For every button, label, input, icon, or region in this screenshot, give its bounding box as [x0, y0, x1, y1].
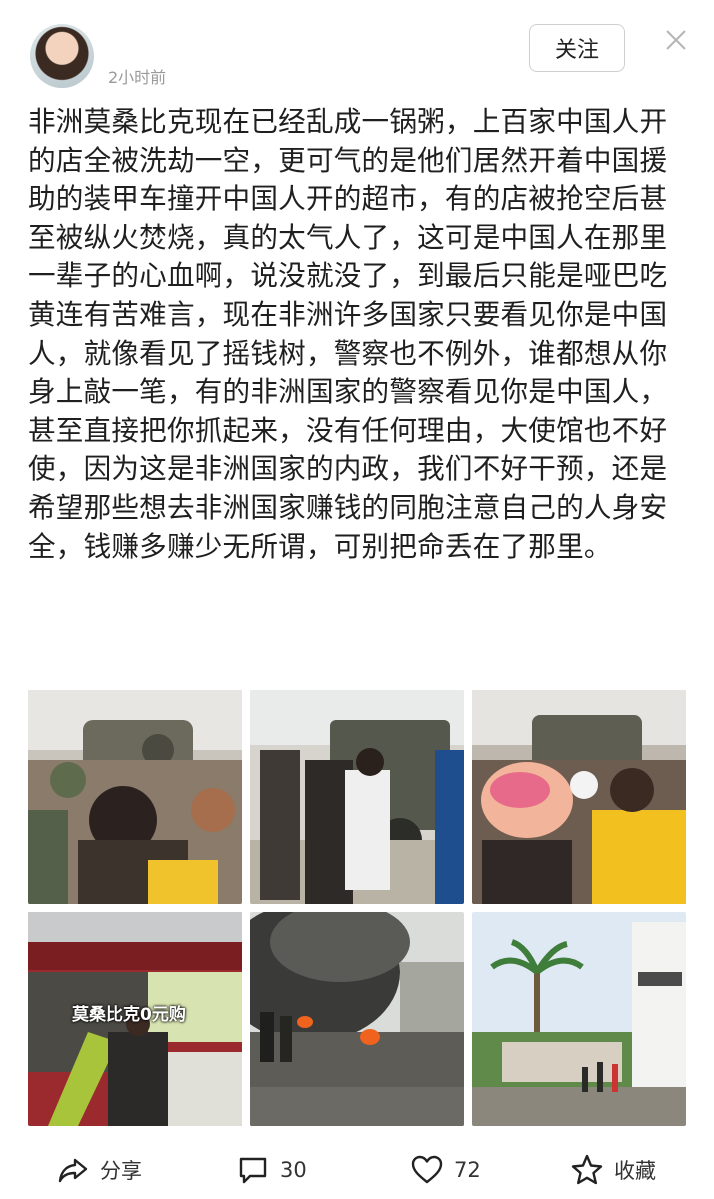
image-grid: 莫桑比克0元购 — [28, 690, 688, 1128]
heart-icon — [411, 1155, 443, 1184]
like-count: 72 — [454, 1158, 481, 1182]
share-label: 分享 — [100, 1159, 142, 1183]
favorite-button[interactable]: 收藏 — [570, 1154, 656, 1186]
photo-street-fire-smoke[interactable] — [250, 912, 464, 1126]
follow-button[interactable]: 关注 — [529, 24, 625, 72]
post-time: 2小时前 — [108, 68, 167, 87]
post-text: 非洲莫桑比克现在已经乱成一锅粥，上百家中国人开的店全被洗劫一空，更可气的是他们居… — [28, 105, 668, 563]
avatar[interactable] — [30, 24, 94, 88]
post-header: 2小时前 关注 — [0, 0, 714, 100]
photo-looting-shop[interactable]: 莫桑比克0元购 — [28, 912, 242, 1126]
image-overlay-caption: 莫桑比克0元购 — [72, 1005, 186, 1025]
like-button[interactable]: 72 — [410, 1154, 481, 1186]
comment-count: 30 — [280, 1158, 307, 1182]
comment-button[interactable]: 30 — [236, 1154, 307, 1186]
photo-street-palm-trees[interactable] — [472, 912, 686, 1126]
close-icon[interactable] — [662, 26, 690, 54]
comment-icon — [239, 1157, 267, 1184]
star-icon — [571, 1154, 603, 1185]
photo-crowd-military-truck[interactable] — [250, 690, 464, 904]
favorite-label: 收藏 — [614, 1159, 656, 1183]
share-icon — [58, 1158, 88, 1183]
photo-crowd-armored-vehicle-2[interactable] — [472, 690, 686, 904]
share-button[interactable]: 分享 — [56, 1154, 142, 1186]
photo-crowd-armored-vehicle-1[interactable] — [28, 690, 242, 904]
action-bar: 分享 30 72 收藏 — [0, 1140, 714, 1199]
